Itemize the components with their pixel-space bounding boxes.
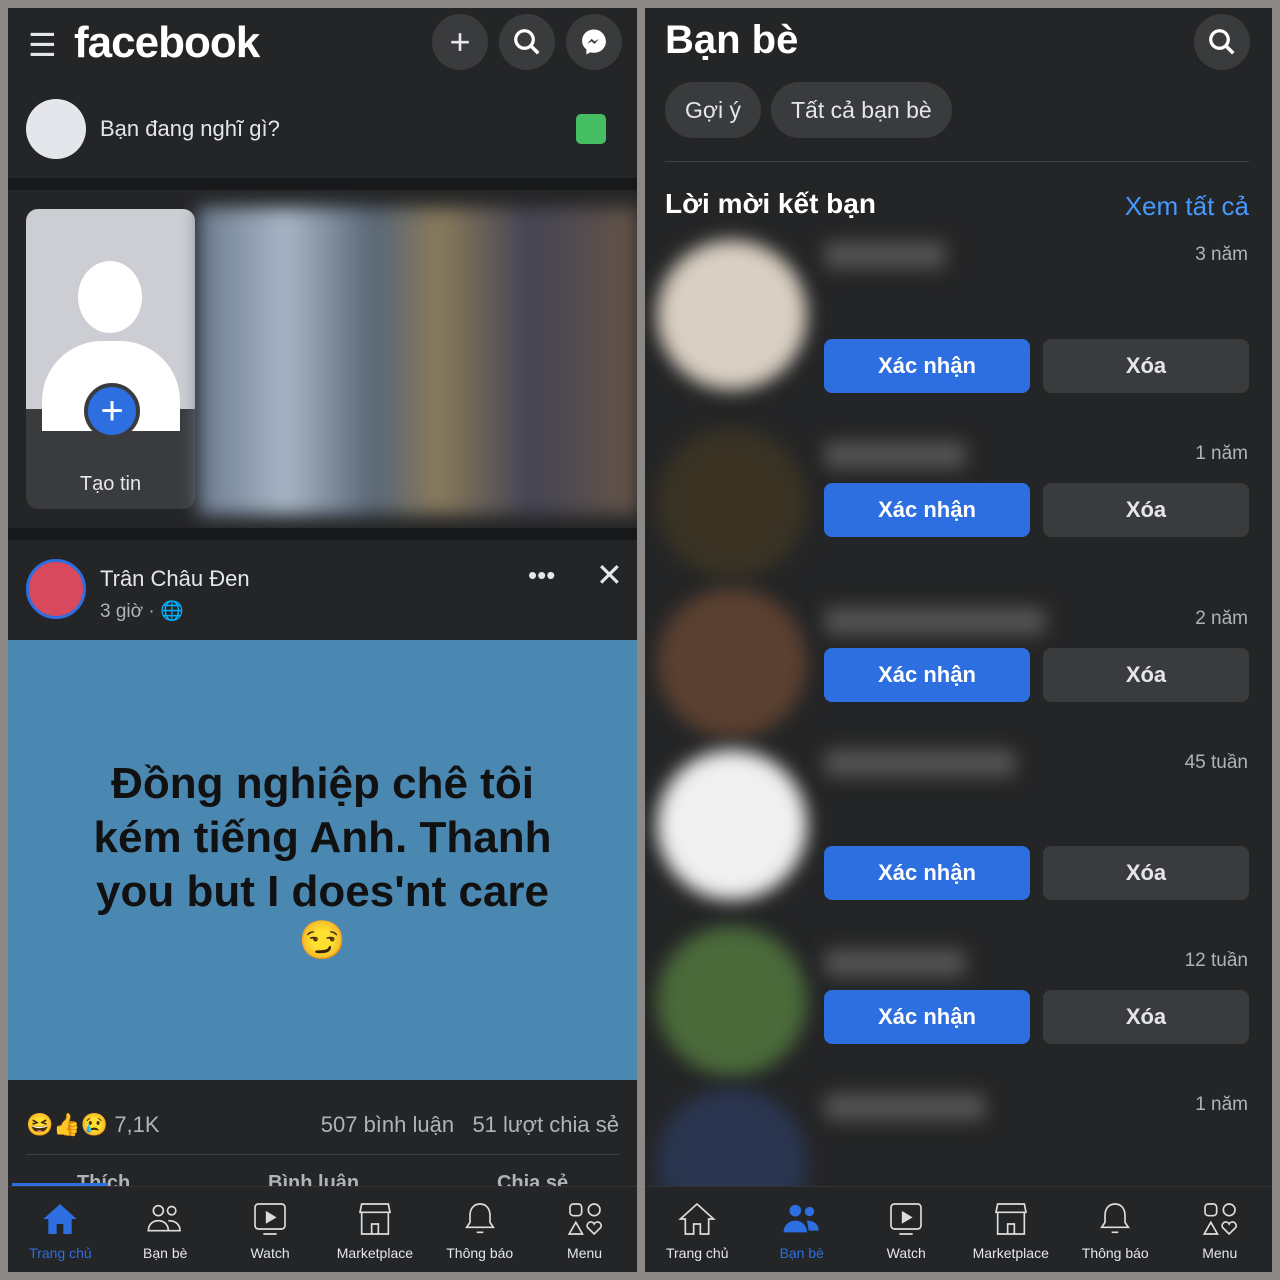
hamburger-menu-icon[interactable]: ☰ [28, 26, 57, 64]
delete-button[interactable]: Xóa [1043, 339, 1249, 393]
marketplace-icon [994, 1203, 1027, 1235]
post-author-name[interactable]: Trân Châu Đen [100, 566, 250, 592]
nav-marketplace[interactable]: Marketplace [322, 1187, 427, 1272]
stories-carousel[interactable] [198, 207, 637, 515]
watch-icon [254, 1203, 286, 1235]
delete-button[interactable]: Xóa [1043, 648, 1249, 702]
share-count[interactable]: 51 lượt chia sẻ [472, 1112, 619, 1137]
friends-screen: Bạn bè Gợi ý Tất cả bạn bè Lời mời kết b… [645, 8, 1272, 1272]
tab-all-friends[interactable]: Tất cả bạn bè [771, 82, 952, 138]
marketplace-icon [358, 1203, 391, 1235]
search-icon[interactable] [499, 14, 555, 70]
nav-home[interactable]: Trang chủ [8, 1187, 113, 1272]
confirm-button[interactable]: Xác nhận [824, 339, 1030, 393]
bottom-nav: Trang chủ Bạn bè Watch Marketplace Thông… [645, 1186, 1272, 1272]
reaction-icons: 😆👍😢 [26, 1112, 109, 1137]
post-author-avatar[interactable] [26, 559, 86, 619]
comment-count[interactable]: 507 bình luận [321, 1112, 454, 1137]
see-all-link[interactable]: Xem tất cả [1125, 191, 1249, 222]
post-time: 3 giờ [100, 601, 144, 622]
section-title: Lời mời kết bạn [665, 188, 876, 219]
composer-input[interactable]: Bạn đang nghĩ gì? [100, 116, 280, 142]
request-time: 45 tuần [1184, 752, 1248, 773]
nav-notifications[interactable]: Thông báo [1063, 1187, 1168, 1272]
bottom-nav: Trang chủ Bạn bè Watch Marketplace Thông… [8, 1186, 637, 1272]
confirm-button[interactable]: Xác nhận [824, 483, 1030, 537]
delete-button[interactable]: Xóa [1043, 846, 1249, 900]
close-icon[interactable]: ✕ [596, 556, 623, 594]
nav-watch[interactable]: Watch [218, 1187, 323, 1272]
requester-avatar[interactable] [657, 428, 807, 578]
request-time: 3 năm [1195, 244, 1248, 265]
create-plus-icon[interactable]: + [432, 14, 488, 70]
friends-icon [783, 1204, 819, 1233]
tab-suggestions[interactable]: Gợi ý [665, 82, 761, 138]
requester-avatar[interactable] [657, 750, 807, 900]
nav-watch[interactable]: Watch [854, 1187, 959, 1272]
request-time: 1 năm [1195, 1094, 1248, 1115]
reaction-count[interactable]: 7,1K [114, 1112, 159, 1137]
bell-icon [1100, 1203, 1131, 1234]
bell-icon [464, 1203, 495, 1234]
confirm-button[interactable]: Xác nhận [824, 648, 1030, 702]
nav-friends[interactable]: Bạn bè [750, 1187, 855, 1272]
nav-home[interactable]: Trang chủ [645, 1187, 750, 1272]
delete-button[interactable]: Xóa [1043, 990, 1249, 1044]
smirk-emoji: 😏 [298, 920, 347, 962]
nav-friends[interactable]: Bạn bè [113, 1187, 218, 1272]
request-time: 2 năm [1195, 608, 1248, 629]
requester-avatar[interactable] [657, 588, 807, 738]
friends-icon [147, 1204, 182, 1232]
add-story-icon: + [84, 383, 140, 439]
more-options-icon[interactable]: ••• [528, 560, 555, 591]
request-time: 1 năm [1195, 443, 1248, 464]
confirm-button[interactable]: Xác nhận [824, 990, 1030, 1044]
nav-menu[interactable]: Menu [1168, 1187, 1273, 1272]
confirm-button[interactable]: Xác nhận [824, 846, 1030, 900]
watch-icon [890, 1203, 923, 1235]
post-content[interactable]: Đồng nghiệp chê tôi kém tiếng Anh. Thanh… [8, 640, 637, 1080]
search-icon[interactable] [1194, 14, 1250, 70]
create-story-card[interactable]: + Tạo tin [26, 209, 195, 509]
requester-avatar[interactable] [657, 926, 807, 1076]
messenger-icon[interactable] [566, 14, 622, 70]
user-avatar[interactable] [26, 99, 86, 159]
facebook-logo: facebook [74, 18, 260, 67]
nav-menu[interactable]: Menu [532, 1187, 637, 1272]
nav-notifications[interactable]: Thông báo [427, 1187, 532, 1272]
nav-marketplace[interactable]: Marketplace [959, 1187, 1064, 1272]
home-icon [678, 1202, 717, 1235]
request-time: 12 tuần [1184, 950, 1248, 971]
menu-icon [567, 1203, 602, 1236]
create-story-label: Tạo tin [79, 473, 142, 495]
requester-avatar[interactable] [657, 240, 807, 390]
home-icon [43, 1204, 78, 1234]
page-title: Bạn bè [665, 18, 799, 62]
delete-button[interactable]: Xóa [1043, 483, 1249, 537]
photo-icon[interactable] [576, 114, 606, 144]
menu-icon [1202, 1203, 1237, 1236]
feed-screen: ☰ facebook + Bạn đang nghĩ gì? + Tạo tin… [8, 8, 637, 1272]
globe-icon: 🌐 [159, 601, 184, 622]
post-text: Đồng nghiệp chê tôi kém tiếng Anh. Thanh… [93, 759, 552, 916]
